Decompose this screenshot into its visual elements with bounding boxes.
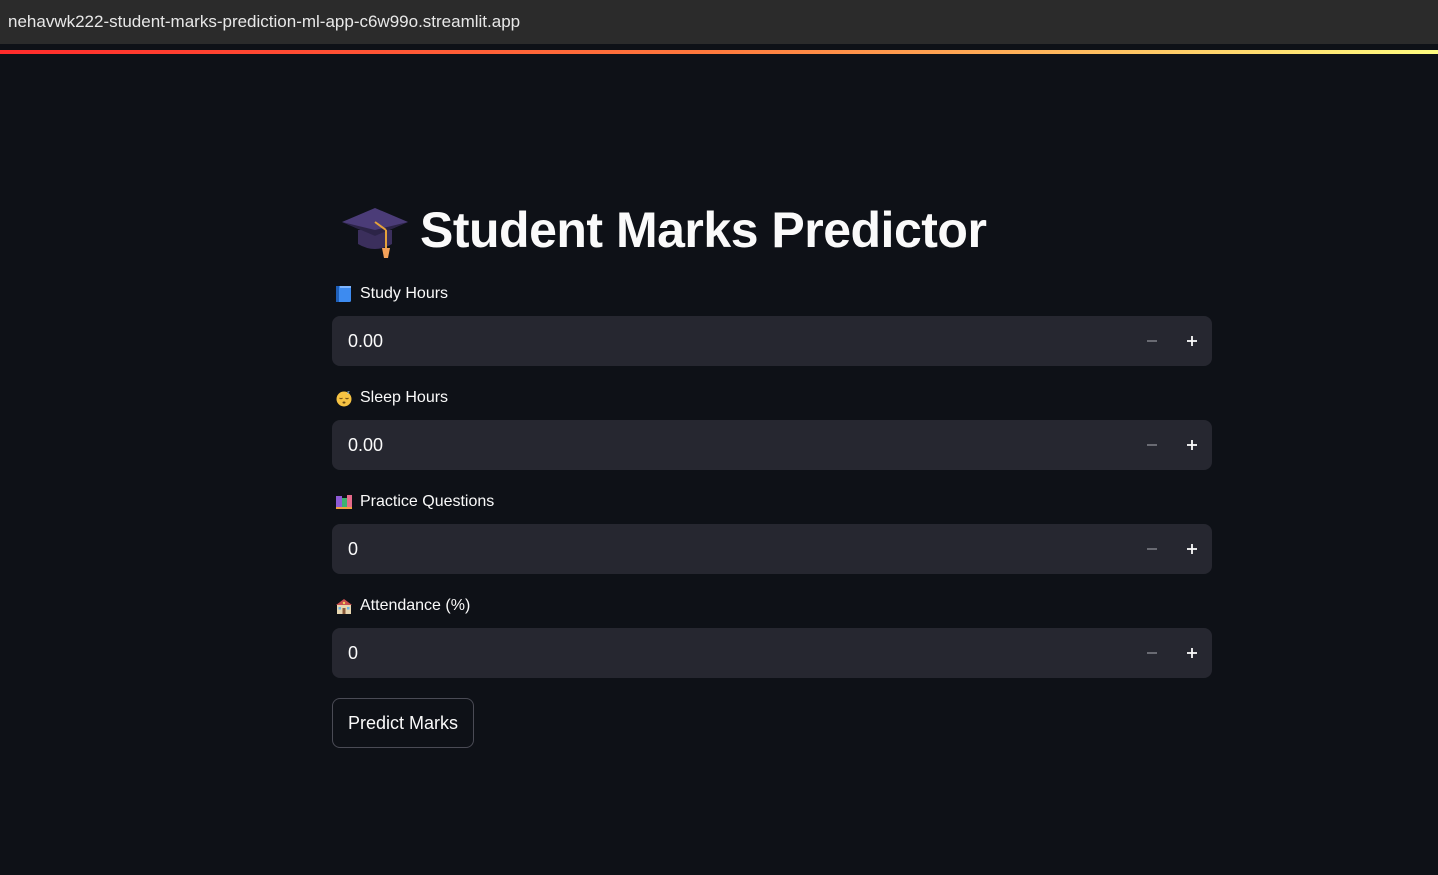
minus-icon — [1147, 444, 1157, 446]
minus-icon — [1147, 548, 1157, 550]
study-hours-increment-button[interactable] — [1172, 316, 1212, 366]
sleep-hours-input[interactable] — [332, 419, 1132, 471]
practice-questions-field: Practice Questions — [332, 490, 1212, 575]
sleep-hours-input-box — [332, 419, 1212, 471]
graduation-cap-icon — [342, 208, 408, 258]
sleep-hours-label-row: z Sleep Hours — [332, 386, 1212, 410]
school-icon — [334, 596, 354, 616]
plus-icon — [1187, 544, 1197, 554]
svg-text:z: z — [347, 390, 350, 396]
main-content: Student Marks Predictor Study Hours 0.00… — [332, 196, 1212, 748]
practice-questions-increment-button[interactable] — [1172, 524, 1212, 574]
attendance-input-box — [332, 627, 1212, 679]
sleeping-face-icon: z — [334, 388, 354, 408]
attendance-field: Attendance (%) — [332, 594, 1212, 679]
minus-icon — [1147, 340, 1157, 342]
attendance-decrement-button[interactable] — [1132, 628, 1172, 678]
attendance-label-row: Attendance (%) — [332, 594, 1212, 618]
sleep-hours-field: z Sleep Hours — [332, 386, 1212, 471]
sleep-hours-label: Sleep Hours — [360, 389, 449, 406]
practice-questions-input[interactable] — [332, 523, 1132, 575]
attendance-label: Attendance (%) — [360, 597, 471, 614]
study-hours-field: Study Hours — [332, 282, 1212, 367]
practice-questions-label: Practice Questions — [360, 493, 495, 510]
study-hours-decrement-button[interactable] — [1132, 316, 1172, 366]
title-row: Student Marks Predictor — [332, 196, 1212, 264]
attendance-input[interactable] — [332, 627, 1132, 679]
books-icon — [334, 492, 354, 512]
sleep-hours-decrement-button[interactable] — [1132, 420, 1172, 470]
sleep-hours-increment-button[interactable] — [1172, 420, 1212, 470]
predict-marks-button[interactable]: Predict Marks — [332, 698, 475, 748]
study-hours-label: Study Hours — [360, 285, 449, 302]
blue-book-icon — [334, 284, 354, 304]
plus-icon — [1187, 648, 1197, 658]
study-hours-input[interactable] — [332, 315, 1132, 367]
minus-icon — [1147, 652, 1157, 654]
url-text: nehavwk222-student-marks-prediction-ml-a… — [8, 12, 521, 31]
page-title: Student Marks Predictor — [420, 202, 987, 258]
header-decoration — [0, 50, 1438, 54]
attendance-increment-button[interactable] — [1172, 628, 1212, 678]
plus-icon — [1187, 440, 1197, 450]
practice-questions-input-box — [332, 523, 1212, 575]
browser-url-bar[interactable]: nehavwk222-student-marks-prediction-ml-a… — [0, 0, 1438, 44]
study-hours-input-box — [332, 315, 1212, 367]
practice-questions-label-row: Practice Questions — [332, 490, 1212, 514]
study-hours-label-row: Study Hours — [332, 282, 1212, 306]
plus-icon — [1187, 336, 1197, 346]
practice-questions-decrement-button[interactable] — [1132, 524, 1172, 574]
